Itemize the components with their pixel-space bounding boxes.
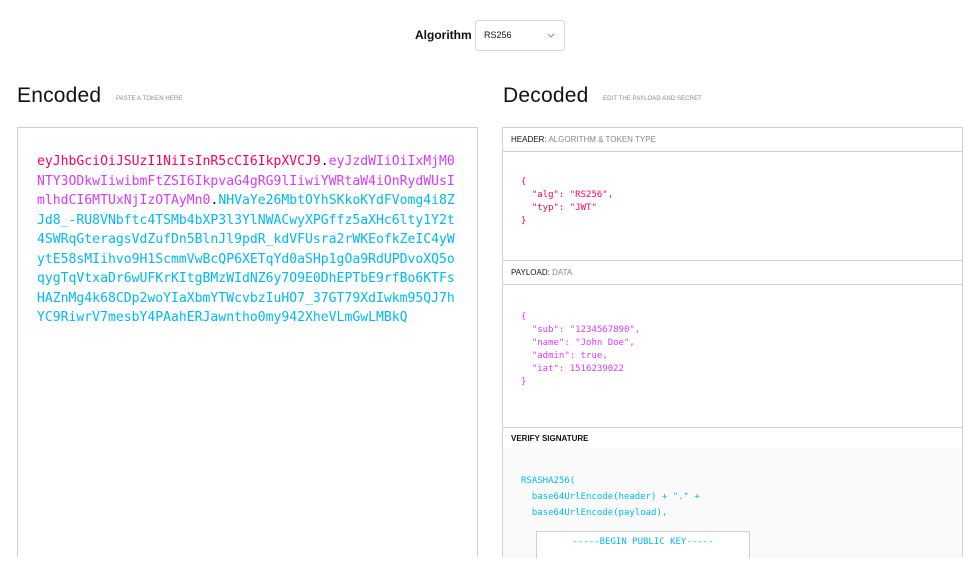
header-panel-sublabel: ALGORITHM & TOKEN TYPE — [548, 135, 656, 144]
token-header-part: eyJhbGciOiJSUzI1NiIsInR5cCI6IkpXVCJ9 — [37, 154, 321, 169]
encoded-title: Encoded — [17, 84, 102, 107]
payload-panel-label: PAYLOAD: — [511, 268, 550, 277]
public-key-input[interactable]: -----BEGIN PUBLIC KEY----- — [536, 531, 750, 558]
decoded-title: Decoded — [503, 84, 589, 107]
encoded-subtitle: PASTE A TOKEN HERE — [116, 96, 183, 102]
token-text[interactable]: eyJhbGciOiJSUzI1NiIsInR5cCI6IkpXVCJ9.eyJ… — [37, 152, 457, 328]
payload-json-editor[interactable]: { "sub": "1234567890", "name": "John Doe… — [521, 311, 640, 389]
decoded-panel: HEADER: ALGORITHM & TOKEN TYPE { "alg": … — [502, 127, 963, 558]
signature-panel-label: VERIFY SIGNATURE — [511, 434, 589, 443]
algorithm-label: Algorithm — [415, 28, 472, 42]
algorithm-selected-value: RS256 — [484, 30, 512, 40]
chevron-down-icon — [547, 21, 555, 62]
payload-panel-sublabel: DATA — [552, 268, 573, 277]
payload-panel-title: PAYLOAD: DATA — [503, 261, 962, 285]
signature-code: RSASHA256( base64UrlEncode(header) + "."… — [521, 476, 700, 518]
token-signature-part: NHVaYe26MbtOYhSKkoKYdFVomg4i8ZJd8_-RU8VN… — [37, 193, 455, 325]
header-panel-label: HEADER: — [511, 135, 547, 144]
header-json-editor[interactable]: { "alg": "RS256", "typ": "JWT" } — [521, 176, 613, 228]
header-panel-title: HEADER: ALGORITHM & TOKEN TYPE — [503, 128, 962, 152]
public-key-text: -----BEGIN PUBLIC KEY----- — [572, 537, 714, 547]
signature-panel-title: VERIFY SIGNATURE — [503, 428, 962, 449]
encoded-token-editor[interactable]: eyJhbGciOiJSUzI1NiIsInR5cCI6IkpXVCJ9.eyJ… — [17, 127, 478, 557]
decoded-subtitle: EDIT THE PAYLOAD AND SECRET — [603, 96, 702, 102]
algorithm-select[interactable]: RS256 — [475, 20, 565, 51]
token-dot: . — [320, 154, 329, 169]
algorithm-bar: Algorithm RS256 — [0, 20, 972, 51]
